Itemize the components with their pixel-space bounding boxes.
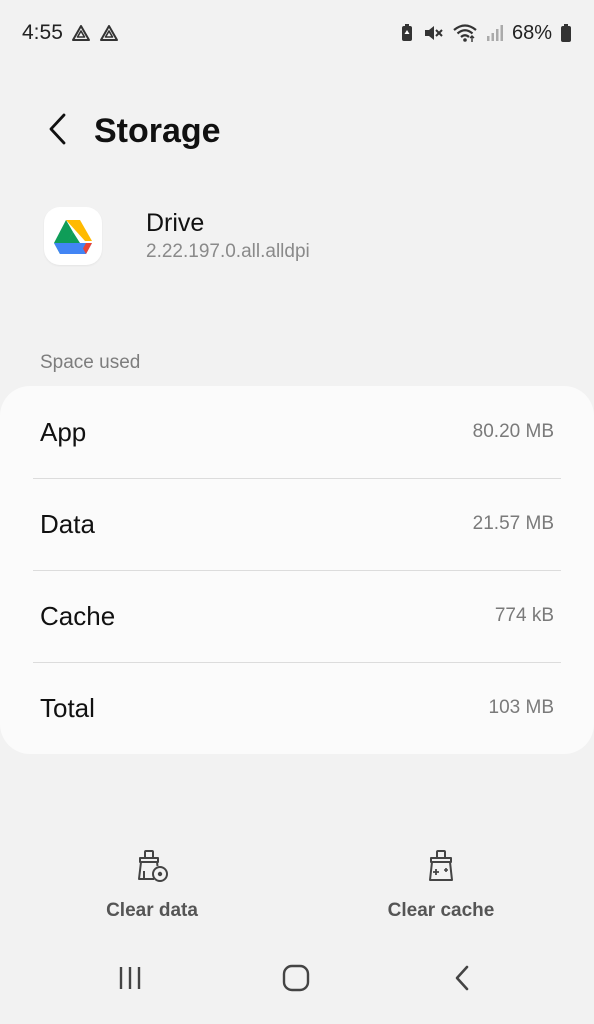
row-value: 774 kB xyxy=(494,605,554,626)
action-bar: Clear data Clear cache xyxy=(0,846,594,936)
storage-row-data: Data 21.57 MB xyxy=(0,478,594,570)
status-left: 4:55 xyxy=(22,21,119,45)
navigation-bar xyxy=(0,950,594,1010)
row-label: Data xyxy=(40,508,95,539)
wifi-icon xyxy=(452,23,478,43)
chevron-left-icon xyxy=(46,112,70,151)
row-label: App xyxy=(40,416,87,447)
clear-data-label: Clear data xyxy=(106,900,198,921)
row-label: Total xyxy=(40,692,95,723)
drive-notification-icon xyxy=(99,24,119,42)
status-bar: 4:55 68% xyxy=(0,0,594,66)
recents-button[interactable] xyxy=(100,950,160,1010)
storage-row-app: App 80.20 MB xyxy=(0,386,594,478)
row-value: 80.20 MB xyxy=(472,421,554,442)
storage-row-cache: Cache 774 kB xyxy=(0,570,594,662)
clear-cache-label: Clear cache xyxy=(387,900,495,921)
app-info: Drive 2.22.197.0.all.alldpi xyxy=(44,207,310,265)
clear-cache-icon xyxy=(424,846,458,886)
drive-notification-icon xyxy=(71,24,91,42)
row-value: 21.57 MB xyxy=(472,513,554,534)
home-icon xyxy=(281,963,311,998)
battery-saver-icon xyxy=(400,23,414,43)
battery-text: 68% xyxy=(511,21,552,44)
section-label-space-used: Space used xyxy=(40,352,141,373)
back-icon xyxy=(452,964,472,997)
google-drive-icon xyxy=(44,207,102,265)
home-button[interactable] xyxy=(266,950,326,1010)
row-value: 103 MB xyxy=(488,697,554,718)
recents-icon xyxy=(117,965,143,996)
status-right: 68% xyxy=(400,22,572,45)
clear-data-button[interactable]: Clear data xyxy=(62,846,242,936)
back-button[interactable] xyxy=(28,101,88,161)
storage-card: App 80.20 MB Data 21.57 MB Cache 774 kB … xyxy=(0,386,594,754)
app-version: 2.22.197.0.all.alldpi xyxy=(146,241,310,262)
storage-row-total: Total 103 MB xyxy=(0,662,594,754)
nav-back-button[interactable] xyxy=(432,950,492,1010)
mute-icon xyxy=(422,23,444,43)
battery-icon xyxy=(560,23,572,43)
header: Storage xyxy=(0,96,594,166)
clear-cache-button[interactable]: Clear cache xyxy=(351,846,531,936)
clear-data-icon xyxy=(135,846,169,886)
status-time: 4:55 xyxy=(22,21,63,44)
app-name: Drive xyxy=(146,209,205,237)
page-title: Storage xyxy=(94,111,221,150)
app-text: Drive 2.22.197.0.all.alldpi xyxy=(146,207,310,265)
signal-icon xyxy=(486,24,504,42)
row-label: Cache xyxy=(40,600,116,631)
